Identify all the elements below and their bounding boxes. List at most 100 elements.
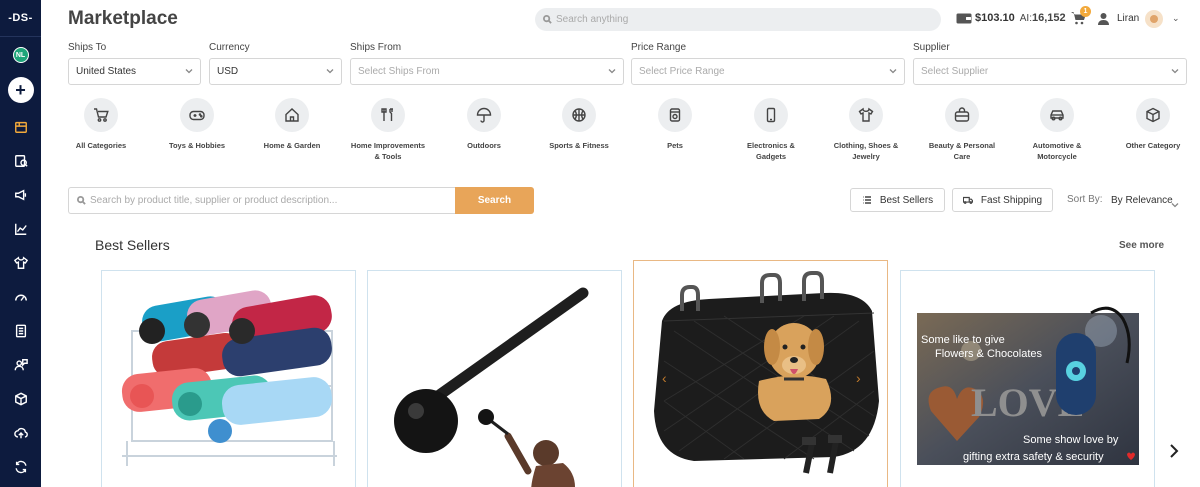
chart-line-icon (14, 223, 27, 235)
chevron-down-icon[interactable] (1171, 196, 1179, 208)
rewards-button[interactable] (1097, 12, 1110, 25)
alarm-image-text-4: Some show love by (1023, 434, 1119, 446)
global-search-placeholder: Search anything (556, 14, 629, 25)
sidebar-item-apparel[interactable] (11, 253, 31, 273)
price-range-placeholder: Select Price Range (639, 66, 725, 77)
category-sports-fitness[interactable]: Sports & Fitness (539, 98, 619, 151)
category-label: Automotive & Motorcycle (1032, 141, 1082, 161)
sidebar-item-sync[interactable] (11, 457, 31, 477)
product-search-input[interactable]: Search by product title, supplier or pro… (68, 187, 456, 214)
category-label: Home Improvements & Tools (350, 141, 426, 161)
phone-icon (766, 107, 776, 123)
sort-by-label: Sort By: (1067, 194, 1103, 205)
fast-shipping-filter-button[interactable]: Fast Shipping (952, 188, 1053, 212)
tshirt-icon (13, 256, 28, 269)
supplier-select[interactable]: Select Supplier (913, 58, 1187, 85)
car-icon (1050, 110, 1064, 121)
user-avatar[interactable] (1145, 10, 1163, 28)
category-automotive-motorcycle[interactable]: Automotive & Motorcycle (1017, 98, 1097, 162)
product-card-water-bottles[interactable] (101, 270, 356, 487)
category-icon-wrap (562, 98, 596, 132)
category-home-improvements-tools[interactable]: Home Improvements & Tools (348, 98, 428, 162)
pet-food-icon (669, 108, 681, 122)
global-search-input[interactable]: Search anything (535, 8, 941, 31)
alarm-image-text-5: gifting extra safety & security (963, 451, 1104, 463)
sidebar-divider (0, 36, 41, 37)
product-image-water-bottles (121, 290, 337, 466)
store-icon (14, 121, 27, 133)
sort-by-select[interactable]: By Relevance (1111, 195, 1173, 206)
category-clothing-shoes-jewelry[interactable]: Clothing, Shoes & Jewelry (826, 98, 906, 162)
category-icon-wrap (945, 98, 979, 132)
app-logo[interactable]: -DS- (8, 12, 33, 24)
price-range-label: Price Range (631, 42, 687, 53)
add-button[interactable]: + (7, 77, 34, 103)
chevron-down-icon (1171, 67, 1179, 75)
cart-button[interactable]: 1 (1070, 6, 1091, 28)
user-initials-avatar[interactable]: NL (12, 47, 29, 63)
sidebar-item-products[interactable] (11, 151, 31, 171)
house-icon (285, 108, 299, 122)
best-sellers-title: Best Sellers (95, 237, 170, 253)
user-menu-chevron-icon[interactable]: ⌄ (1172, 13, 1180, 24)
gauge-icon (14, 294, 27, 301)
cart-icon (94, 108, 109, 122)
box-icon (1146, 107, 1160, 123)
product-card-safety-alarm[interactable]: LOVE Some like to give Flowers & Chocola… (900, 270, 1155, 487)
document-icon (15, 324, 26, 338)
product-image-safety-alarm: LOVE Some like to give Flowers & Chocola… (917, 306, 1139, 465)
avatar-face (1150, 15, 1158, 23)
account-balance[interactable]: $103.10 AI:16,152 (956, 12, 1066, 24)
category-label: Pets (667, 141, 683, 150)
category-toys-hobbies[interactable]: Toys & Hobbies (157, 98, 237, 151)
sidebar-item-marketplace[interactable] (11, 117, 31, 137)
category-icon-wrap (1040, 98, 1074, 132)
basketball-icon (572, 108, 586, 122)
best-sellers-filter-button[interactable]: Best Sellers (850, 188, 945, 212)
ships-to-value: United States (76, 66, 137, 77)
sidebar-item-analytics[interactable] (11, 219, 31, 239)
sidebar-item-suppliers[interactable] (11, 355, 31, 375)
category-other[interactable]: Other Category (1113, 98, 1193, 151)
product-card-dog-seat-cover[interactable]: ‹ › (633, 260, 888, 487)
category-all[interactable]: All Categories (61, 98, 141, 151)
alarm-image-text-2: Flowers & Chocolates (935, 348, 1042, 360)
ships-from-label: Ships From (350, 42, 402, 53)
sidebar-item-import[interactable] (11, 423, 31, 443)
currency-select[interactable]: USD (209, 58, 342, 85)
category-outdoors[interactable]: Outdoors (444, 98, 524, 151)
cosmetics-bag-icon (954, 107, 970, 122)
svg-text:›: › (856, 370, 861, 386)
currency-label: Currency (209, 42, 250, 53)
carousel-next-chevron-icon[interactable] (1167, 443, 1181, 459)
search-icon (543, 15, 552, 24)
sidebar-item-orders[interactable] (11, 321, 31, 341)
sidebar-item-marketing[interactable] (11, 185, 31, 205)
currency-value: USD (217, 66, 239, 77)
ships-to-select[interactable]: United States (68, 58, 201, 85)
fast-shipping-filter-label: Fast Shipping (980, 194, 1043, 206)
category-home-garden[interactable]: Home & Garden (252, 98, 332, 151)
see-more-link[interactable]: See more (1119, 240, 1164, 251)
sidebar-item-inventory[interactable] (11, 389, 31, 409)
username[interactable]: Liran (1117, 13, 1139, 24)
product-card-steel-mace[interactable] (367, 270, 622, 487)
price-range-select[interactable]: Select Price Range (631, 58, 905, 85)
sidebar-item-dashboard[interactable] (11, 287, 31, 307)
category-pets[interactable]: Pets (635, 98, 715, 151)
category-beauty-personal-care[interactable]: Beauty & Personal Care (922, 98, 1002, 162)
chevron-down-icon (889, 67, 897, 75)
balance-amount: $103.10 (975, 12, 1015, 24)
svg-text:‹: ‹ (662, 370, 667, 386)
ships-from-select[interactable]: Select Ships From (350, 58, 624, 85)
tools-icon (381, 108, 393, 121)
list-icon (862, 196, 871, 204)
search-button[interactable]: Search (455, 187, 534, 214)
user-chat-icon (14, 359, 28, 371)
category-electronics-gadgets[interactable]: Electronics & Gadgets (731, 98, 811, 162)
chevron-down-icon (608, 67, 616, 75)
product-image-dog-seat-cover: ‹ › (654, 271, 879, 474)
ships-to-filter: Ships To United States (68, 42, 201, 85)
megaphone-icon (14, 189, 26, 201)
category-label: Clothing, Shoes & Jewelry (833, 141, 899, 161)
